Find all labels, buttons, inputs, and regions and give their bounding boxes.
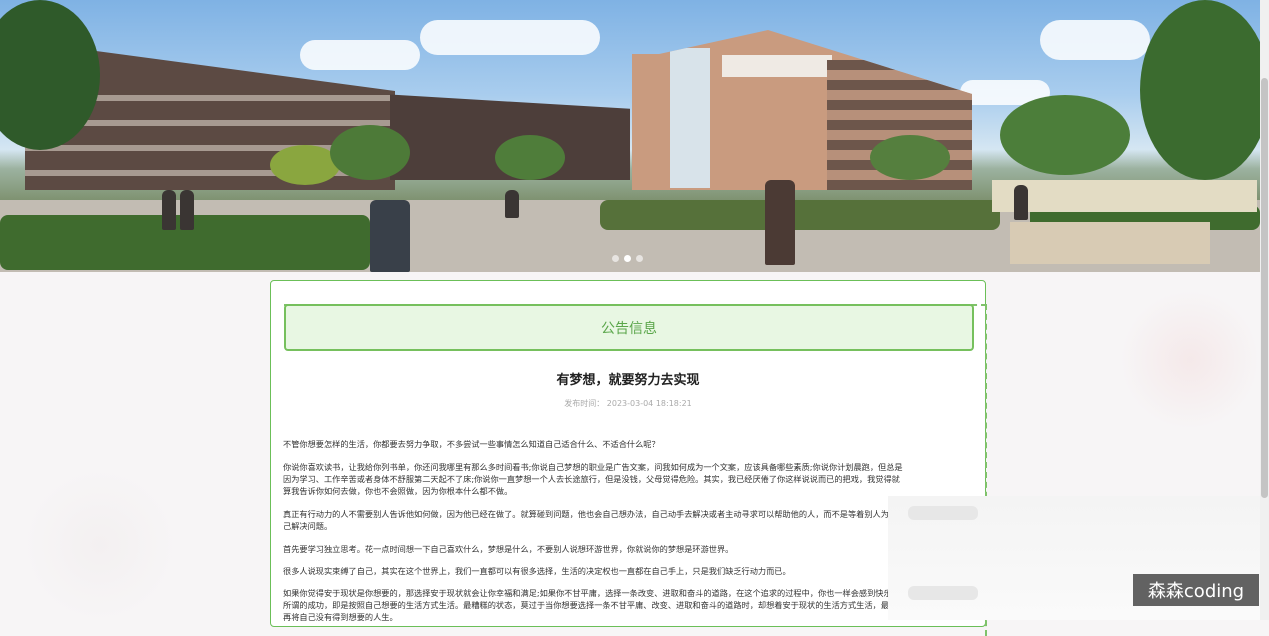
publish-time-label: 发布时间： [564, 399, 605, 408]
floral-decoration [1120, 290, 1260, 430]
notice-meta: 发布时间： 2023-03-04 18:18:21 [271, 398, 985, 409]
notice-paragraph: 你说你喜欢读书，让我给你列书单，你还问我哪里有那么多时间看书;你说自己梦想的职业… [283, 462, 903, 496]
person [505, 190, 519, 218]
carousel-dot[interactable] [636, 255, 643, 262]
notice-card: 公告信息 有梦想，就要努力去实现 发布时间： 2023-03-04 18:18:… [270, 280, 987, 636]
notice-paragraph: 首先要学习独立思考。花一点时间想一下自己喜欢什么，梦想是什么，不要别人说想环游世… [283, 544, 734, 554]
low-wall [992, 180, 1257, 212]
banner-carousel[interactable] [0, 0, 1260, 272]
watermark: 森森coding [1133, 574, 1259, 606]
page-scrollbar[interactable] [1260, 0, 1269, 620]
cloud-shape [1040, 20, 1150, 60]
cloud-shape [300, 40, 420, 70]
person [765, 180, 795, 265]
person [370, 200, 410, 272]
flower-bed [600, 200, 1000, 230]
person [180, 190, 194, 230]
notice-paragraph: 很多人说现实束缚了自己，其实在这个世界上，我们一直都可以有很多选择，生活的决定权… [283, 566, 791, 576]
tree [495, 135, 565, 180]
carousel-dot-active[interactable] [624, 255, 631, 262]
tree [1140, 0, 1260, 180]
notice-paragraph: 不管你想要怎样的生活，你都要去努力争取，不多尝试一些事情怎么知道自己适合什么、不… [283, 439, 660, 449]
tree [870, 135, 950, 180]
cloud-shape [420, 20, 600, 55]
notice-title: 有梦想，就要努力去实现 [556, 373, 700, 388]
carousel-indicators [612, 255, 643, 262]
tree [1000, 95, 1130, 175]
wooden-deck [1010, 222, 1210, 264]
notice-heading: 公告信息 [284, 304, 974, 351]
blurred-item [908, 506, 978, 520]
carousel-dot[interactable] [612, 255, 619, 262]
blurred-item [908, 586, 978, 600]
floral-decoration [20, 470, 180, 620]
tree [330, 125, 410, 180]
notice-paragraph: 如果你觉得安于现状是你想要的，那选择安于现状就会让你幸福和满足;如果你不甘平庸，… [283, 588, 900, 622]
notice-paragraph: 真正有行动力的人不需要别人告诉他如何做，因为他已经在做了。就算碰到问题，他也会自… [283, 509, 898, 531]
publish-time: 2023-03-04 18:18:21 [606, 399, 692, 408]
person [1014, 185, 1028, 220]
scrollbar-thumb[interactable] [1261, 78, 1268, 498]
person [162, 190, 176, 230]
